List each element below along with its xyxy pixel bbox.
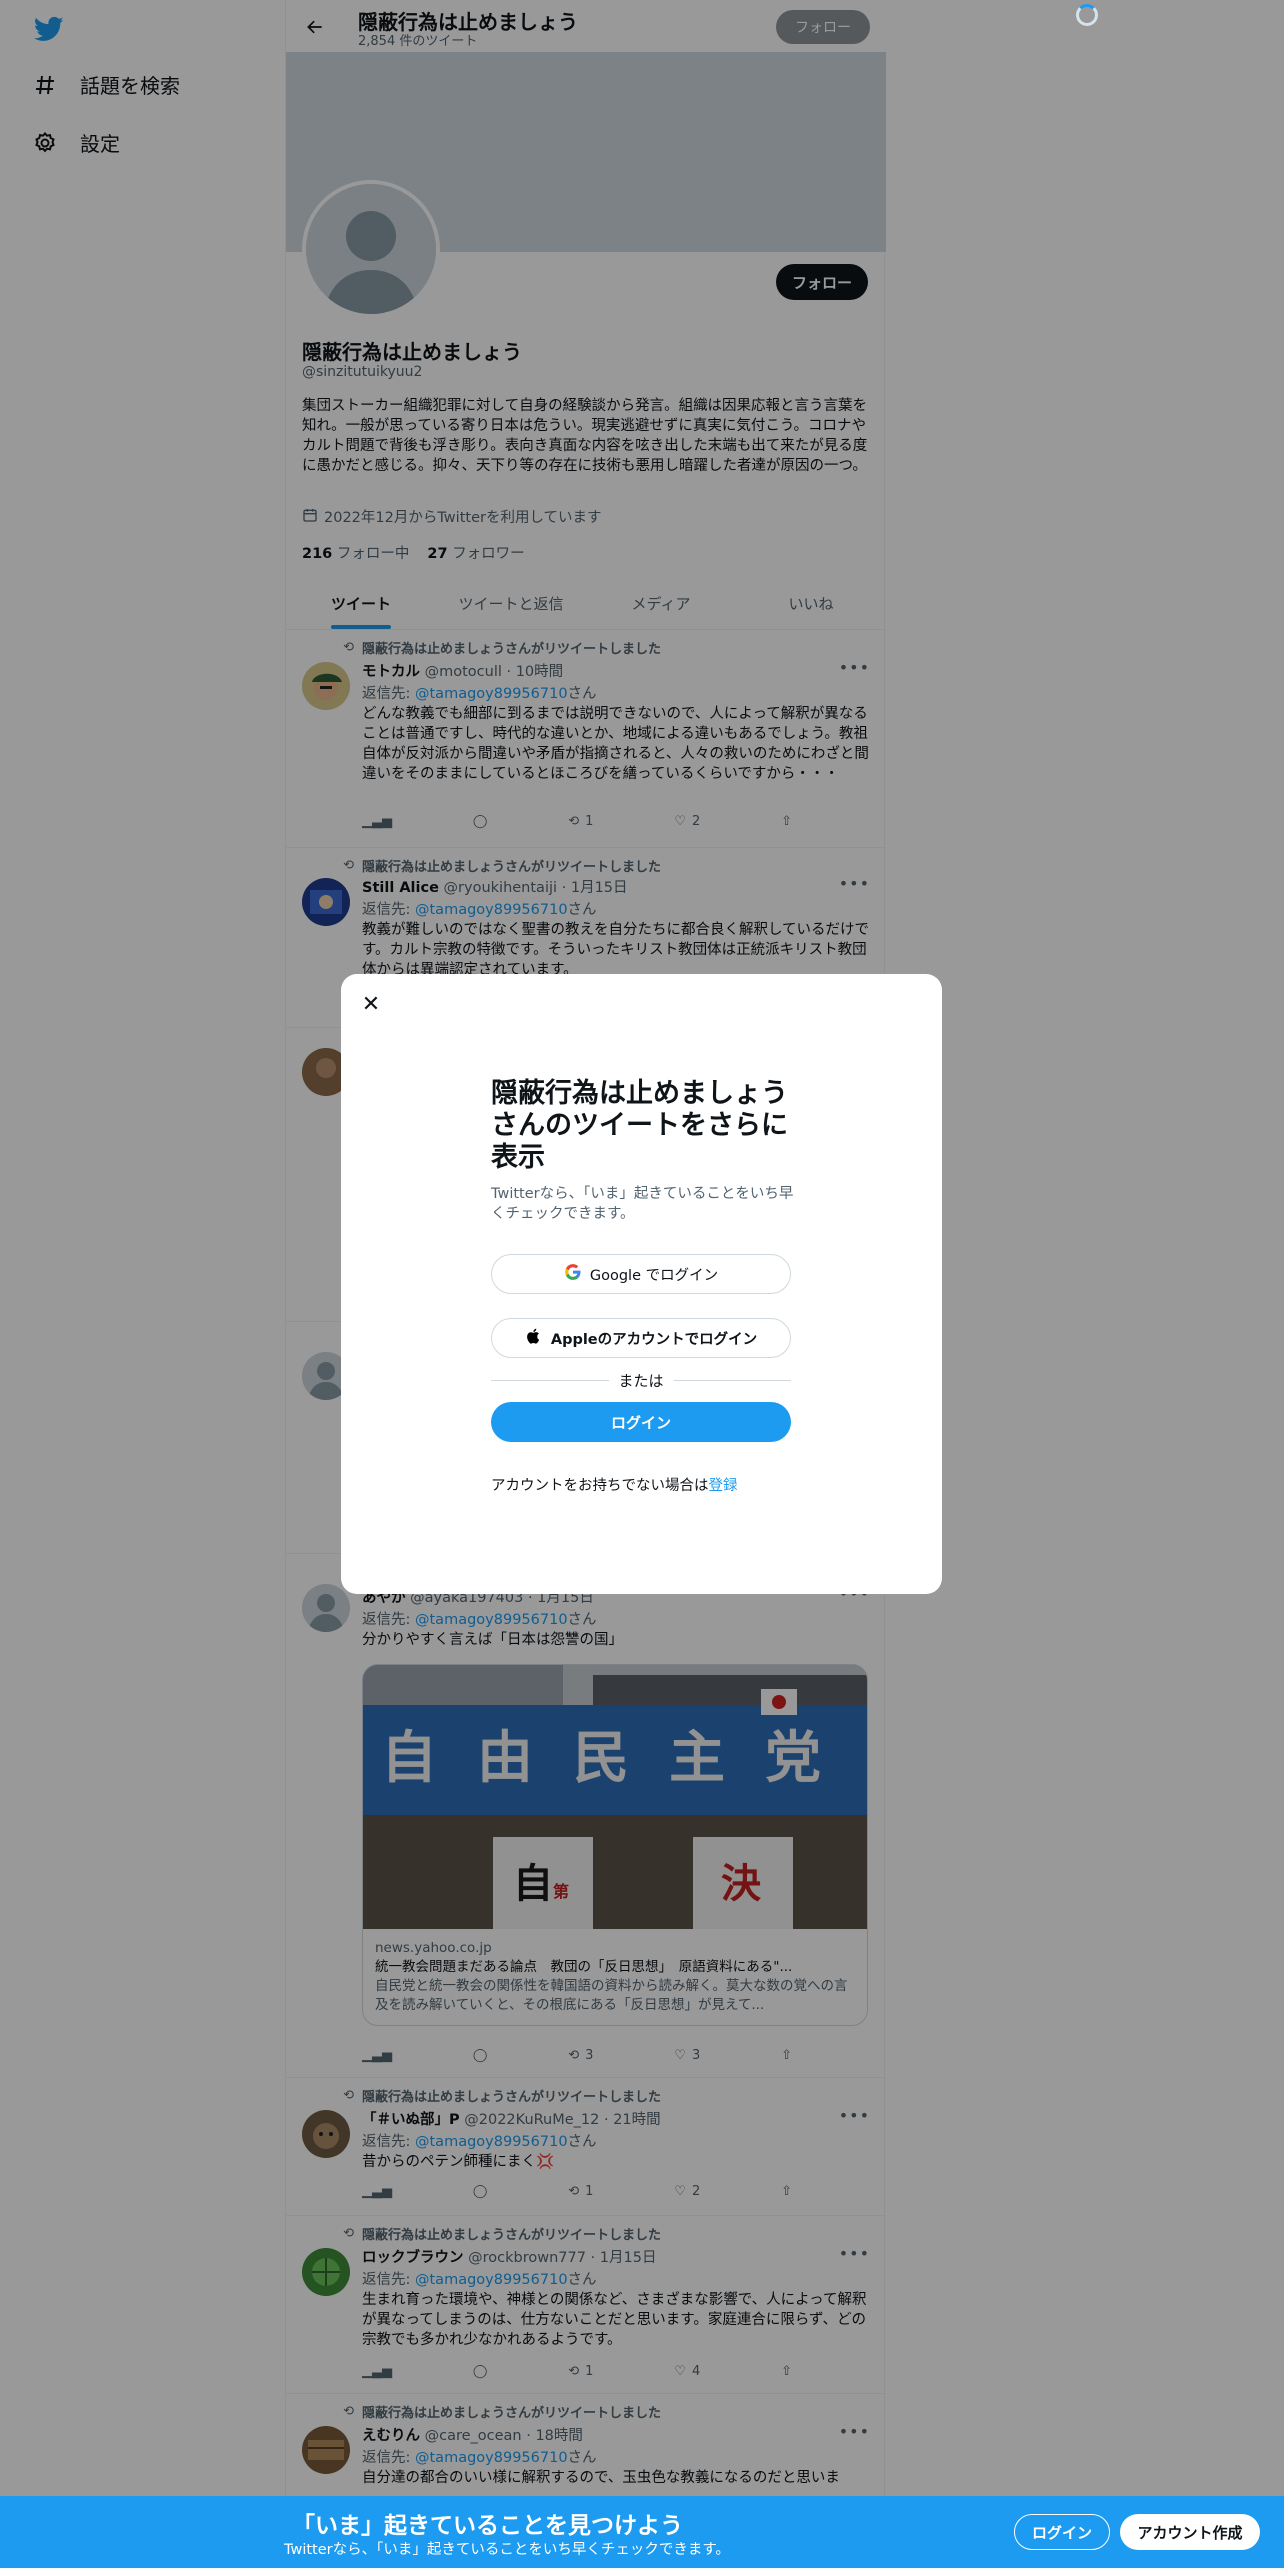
modal-subtitle: Twitterなら、「いま」起きていることをいち早くチェックできます。 bbox=[491, 1186, 794, 1222]
modal-title: 隠蔽行為は止めましょうさんのツイートをさらに表示 bbox=[491, 1078, 788, 1173]
google-login-label: Google でログイン bbox=[589, 1267, 719, 1284]
bottom-login-button[interactable]: ログイン bbox=[1014, 2514, 1110, 2550]
divider-line bbox=[491, 1379, 609, 1381]
signup-link[interactable]: 登録 bbox=[709, 1478, 738, 1494]
page: 話題を検索 設定 隠蔽行為は止めましょう 2,854 件のツイート フォロー フ… bbox=[0, 0, 1284, 2568]
apple-login-label: Appleのアカウントでログイン bbox=[550, 1331, 758, 1348]
bottom-bar-title: 「いま」起きていることを見つけよう bbox=[292, 2513, 683, 2539]
bottom-signup-bar: 「いま」起きていることを見つけよう Twitterなら、「いま」起きていることを… bbox=[0, 2496, 1284, 2568]
signup-prompt: アカウントをお持ちでない場合は登録 bbox=[491, 1478, 738, 1494]
or-label: または bbox=[618, 1371, 664, 1390]
close-icon[interactable]: ✕ bbox=[355, 988, 387, 1020]
or-divider: または bbox=[491, 1370, 792, 1390]
bottom-bar-subtitle: Twitterなら、「いま」起きていることをいち早くチェックできます。 bbox=[284, 2542, 730, 2558]
bottom-signup-button[interactable]: アカウント作成 bbox=[1120, 2514, 1260, 2550]
apple-login-button[interactable]: Appleのアカウントでログイン bbox=[491, 1318, 791, 1358]
divider-line bbox=[673, 1379, 792, 1381]
google-login-button[interactable]: Google でログイン bbox=[491, 1254, 791, 1294]
apple-icon bbox=[525, 1327, 543, 1349]
modal-login-button[interactable]: ログイン bbox=[491, 1402, 791, 1442]
google-icon bbox=[564, 1263, 582, 1285]
login-prompt-modal: ✕ 隠蔽行為は止めましょうさんのツイートをさらに表示 Twitterなら、「いま… bbox=[341, 974, 942, 1594]
loading-spinner-icon bbox=[1076, 4, 1098, 26]
